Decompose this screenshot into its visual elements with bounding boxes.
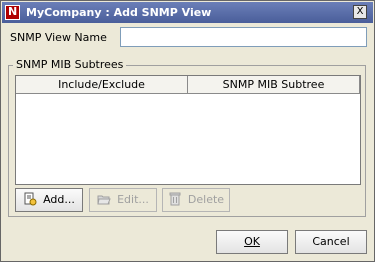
close-button[interactable]: X: [353, 5, 367, 19]
subtrees-group-title: SNMP MIB Subtrees: [13, 58, 127, 71]
delete-button[interactable]: Delete: [162, 188, 230, 212]
add-button-label: Add...: [43, 193, 75, 206]
cancel-button[interactable]: Cancel: [295, 230, 367, 254]
window-title: MyCompany : Add SNMP View: [26, 6, 212, 19]
view-name-label: SNMP View Name: [10, 31, 107, 44]
trash-icon: [169, 192, 181, 206]
delete-button-label: Delete: [187, 193, 225, 206]
title-bar[interactable]: MyCompany : Add SNMP View X: [2, 2, 373, 23]
view-name-input[interactable]: [120, 27, 367, 47]
folder-open-icon: [97, 195, 111, 205]
column-header-include-exclude[interactable]: Include/Exclude: [16, 76, 188, 94]
column-header-mib-subtree[interactable]: SNMP MIB Subtree: [188, 76, 360, 94]
edit-button-label: Edit...: [117, 193, 149, 206]
document-add-icon: [24, 192, 37, 206]
dialog-window: MyCompany : Add SNMP View X SNMP View Na…: [0, 0, 375, 262]
add-button[interactable]: Add...: [15, 188, 83, 212]
ok-button-label: OK: [244, 235, 260, 248]
cancel-button-label: Cancel: [312, 235, 350, 248]
app-logo-icon: [5, 5, 20, 20]
edit-button[interactable]: Edit...: [89, 188, 157, 212]
subtrees-table[interactable]: Include/Exclude SNMP MIB Subtree: [15, 75, 361, 185]
ok-button[interactable]: OK: [216, 230, 288, 254]
